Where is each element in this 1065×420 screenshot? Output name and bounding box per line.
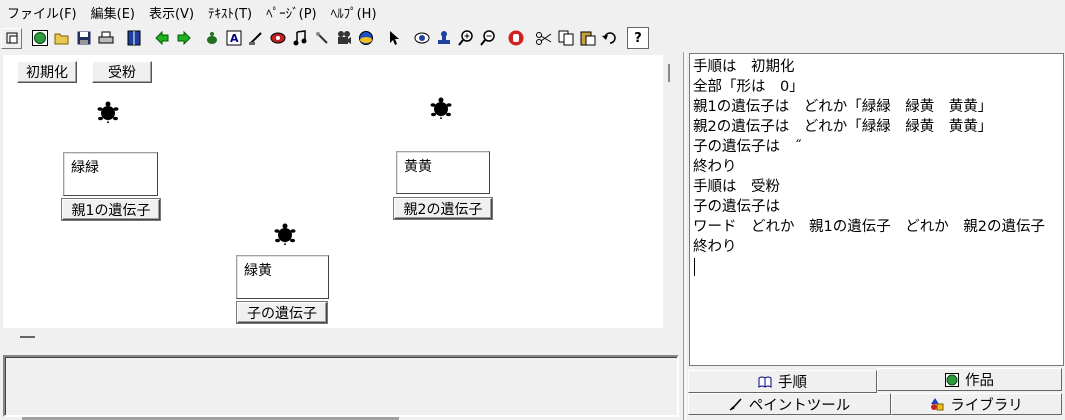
code-line: 子の遺伝子は ˝ <box>693 139 802 155</box>
tab-procedure[interactable]: 手順 <box>688 370 877 393</box>
tab-procedure-label: 手順 <box>778 375 807 391</box>
copy-icon[interactable] <box>555 28 576 49</box>
arrow-left-icon[interactable] <box>151 28 172 49</box>
globe-icon[interactable] <box>29 28 50 49</box>
code-line: 手順は 初期化 <box>693 59 795 75</box>
eye-record-icon[interactable] <box>267 28 288 49</box>
code-line: 子の遺伝子は <box>693 199 780 215</box>
globe-icon <box>945 372 959 387</box>
parent1-gene-value[interactable]: 緑緑 <box>63 152 158 196</box>
save-disk-icon[interactable] <box>73 28 94 49</box>
turtle-icon[interactable] <box>430 97 452 119</box>
child-gene-value[interactable]: 緑黄 <box>236 255 329 299</box>
menu-help[interactable]: ﾍﾙﾌﾟ(H) <box>324 3 384 22</box>
tab-library-label: ライブラリ <box>950 397 1023 414</box>
cut-icon[interactable] <box>533 28 554 49</box>
menu-bar: ファイル(F) 編集(E) 表示(V) ﾃｷｽﾄ(T) ﾍﾟｰｼﾞ(P) ﾍﾙﾌ… <box>0 0 1065 24</box>
book-icon[interactable] <box>123 28 144 49</box>
window-icon[interactable] <box>1 27 22 49</box>
menu-text[interactable]: ﾃｷｽﾄ(T) <box>201 3 259 22</box>
brush-icon <box>729 398 742 411</box>
menu-edit[interactable]: 編集(E) <box>84 3 142 22</box>
tab-work-label: 作品 <box>965 373 994 389</box>
svg-text:A: A <box>230 32 239 45</box>
globe-network-icon[interactable] <box>355 28 376 49</box>
book-open-icon <box>758 376 772 388</box>
code-line: 終わり <box>693 239 737 255</box>
help-icon[interactable]: ? <box>627 27 649 49</box>
menu-file[interactable]: ファイル(F) <box>0 3 84 22</box>
code-line: 終わり <box>693 159 737 175</box>
music-note-icon[interactable] <box>289 28 310 49</box>
help-label: ? <box>634 30 642 46</box>
pollinate-button[interactable]: 受粉 <box>92 61 152 83</box>
undo-icon[interactable] <box>599 28 620 49</box>
menu-page[interactable]: ﾍﾟｰｼﾞ(P) <box>259 3 323 22</box>
zoom-in-icon[interactable] <box>455 28 476 49</box>
code-line: 手順は 受粉 <box>693 179 780 195</box>
movie-camera-icon[interactable] <box>333 28 354 49</box>
code-line: ワード どれか 親1の遺伝子 どれか 親2の遺伝子 <box>693 219 1045 235</box>
turtle-icon[interactable] <box>274 223 296 245</box>
tab-library[interactable]: ライブラリ <box>891 393 1062 415</box>
pointer-icon[interactable] <box>383 28 404 49</box>
text-cursor <box>693 257 1063 277</box>
toolbar: A ? <box>0 26 1065 50</box>
open-folder-icon[interactable] <box>51 28 72 49</box>
turtle-icon[interactable] <box>97 101 119 123</box>
stamp-icon[interactable] <box>433 28 454 49</box>
eye-icon[interactable] <box>411 28 432 49</box>
code-line: 親1の遺伝子は どれか「緑緑 緑黄 黄黄」 <box>693 99 993 115</box>
parent2-gene-value[interactable]: 黄黄 <box>396 151 490 194</box>
arrow-right-icon[interactable] <box>173 28 194 49</box>
code-line: 親2の遺伝子は どれか「緑緑 緑黄 黄黄」 <box>693 119 993 135</box>
shapes-icon <box>931 398 944 411</box>
procedure-editor[interactable]: 手順は 初期化 全部「形は 0」 親1の遺伝子は どれか「緑緑 緑黄 黄黄」 親… <box>689 53 1064 366</box>
parent2-gene-label[interactable]: 親2の遺伝子 <box>394 198 492 219</box>
init-button[interactable]: 初期化 <box>17 61 77 83</box>
print-icon[interactable] <box>95 28 116 49</box>
stop-hand-icon[interactable] <box>505 28 526 49</box>
canvas-area[interactable]: 初期化 受粉 緑緑 親1の遺伝子 黄黄 親2の遺伝子 緑黄 子の遺伝子 <box>3 55 663 328</box>
parent1-gene-label[interactable]: 親1の遺伝子 <box>62 199 160 220</box>
panel-divider[interactable] <box>683 52 686 420</box>
paste-icon[interactable] <box>577 28 598 49</box>
brush-icon[interactable] <box>245 28 266 49</box>
text-box-icon[interactable]: A <box>223 28 244 49</box>
child-gene-label[interactable]: 子の遺伝子 <box>237 302 327 323</box>
message-area[interactable] <box>3 355 679 417</box>
menu-view[interactable]: 表示(V) <box>142 3 201 22</box>
code-line: 全部「形は 0」 <box>693 79 804 95</box>
minimize-icon[interactable] <box>20 336 35 338</box>
tab-paint-label: ペイントツール <box>748 397 851 414</box>
turtle-add-icon[interactable] <box>201 28 222 49</box>
pen-icon[interactable] <box>311 28 332 49</box>
tab-work[interactable]: 作品 <box>877 368 1062 391</box>
zoom-out-icon[interactable] <box>477 28 498 49</box>
splitter-handle[interactable] <box>668 64 670 82</box>
tab-paint-tool[interactable]: ペイントツール <box>688 393 891 415</box>
